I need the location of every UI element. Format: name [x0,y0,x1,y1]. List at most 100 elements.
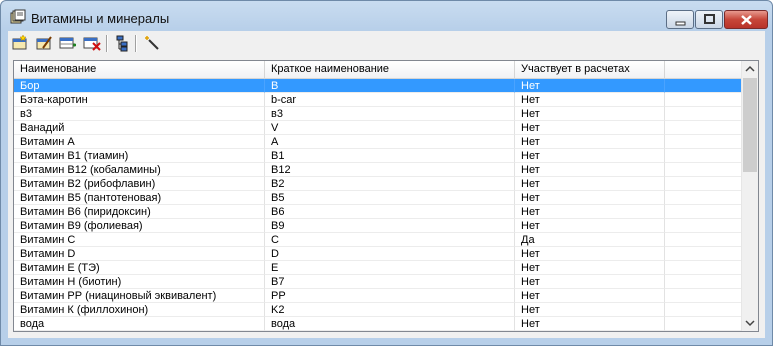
table-row[interactable]: Витамин Е (ТЭ) E Нет [14,261,744,275]
cell-name[interactable]: Витамин В5 (пантотеновая) [14,191,265,205]
toolbar [8,31,765,57]
cell-in-calculations[interactable]: Да [515,233,665,247]
cell-in-calculations[interactable]: Нет [515,177,665,191]
cell-name[interactable]: Витамин В12 (кобаламины) [14,163,265,177]
cell-name[interactable]: Витамин D [14,247,265,261]
column-header-short-name[interactable]: Краткое наименование [265,61,515,78]
cell-name[interactable]: Витамин В2 (рибофлавин) [14,177,265,191]
cell-name[interactable]: Бор [14,79,265,93]
cell-filler [665,289,744,303]
vertical-scrollbar[interactable] [741,61,758,331]
delete-row-icon[interactable] [83,34,101,52]
cell-short-name[interactable]: D [265,247,515,261]
cell-name[interactable]: Витамин А [14,135,265,149]
table-row[interactable]: Витамин К (филлохинон) K2 Нет [14,303,744,317]
table-row[interactable]: Витамин В6 (пиридоксин) B6 Нет [14,205,744,219]
table-row[interactable]: Витамин РР (ниациновый эквивалент) PP Нет [14,289,744,303]
cell-in-calculations[interactable]: Нет [515,289,665,303]
scrollbar-thumb[interactable] [743,78,757,172]
cell-short-name[interactable]: B9 [265,219,515,233]
cell-short-name[interactable]: B [265,79,515,93]
grid-rows: Бор B Нет Бэта-каротин b-car Нет в3 в3 Нет Ванади… [14,79,744,331]
cell-short-name[interactable]: E [265,261,515,275]
table-row[interactable]: вода вода Нет [14,317,744,331]
wand-icon[interactable] [143,34,161,52]
cell-in-calculations[interactable]: Нет [515,135,665,149]
cell-name[interactable]: Витамин Е (ТЭ) [14,261,265,275]
table-row[interactable]: Ванадий V Нет [14,121,744,135]
minimize-button[interactable] [666,10,694,29]
cell-in-calculations[interactable]: Нет [515,219,665,233]
cell-in-calculations[interactable]: Нет [515,121,665,135]
scroll-down-icon[interactable] [742,314,758,331]
data-grid[interactable]: Наименование Краткое наименование Участв… [13,60,759,332]
cell-in-calculations[interactable]: Нет [515,163,665,177]
maximize-button[interactable] [695,10,723,29]
cell-short-name[interactable]: V [265,121,515,135]
table-row[interactable]: Бор B Нет [14,79,744,93]
cell-short-name[interactable]: B12 [265,163,515,177]
table-row[interactable]: Витамин В5 (пантотеновая) B5 Нет [14,191,744,205]
toolbar-separator [135,35,137,52]
cell-in-calculations[interactable]: Нет [515,205,665,219]
cell-short-name[interactable]: PP [265,289,515,303]
cell-in-calculations[interactable]: Нет [515,317,665,331]
cell-short-name[interactable]: B5 [265,191,515,205]
cell-name[interactable]: Ванадий [14,121,265,135]
close-button[interactable] [724,10,768,29]
cell-in-calculations[interactable]: Нет [515,261,665,275]
cell-name[interactable]: Витамин РР (ниациновый эквивалент) [14,289,265,303]
close-icon [741,15,752,25]
cell-name[interactable]: Витамин В9 (фолиевая) [14,219,265,233]
tree-icon[interactable] [112,34,130,52]
edit-icon[interactable] [35,34,53,52]
cell-short-name[interactable]: B1 [265,149,515,163]
cell-in-calculations[interactable]: Нет [515,149,665,163]
scroll-up-icon[interactable] [742,61,758,78]
cell-short-name[interactable]: B7 [265,275,515,289]
cell-name[interactable]: Витамин Н (биотин) [14,275,265,289]
cell-name[interactable]: Витамин В1 (тиамин) [14,149,265,163]
table-row[interactable]: Витамин D D Нет [14,247,744,261]
cell-name[interactable]: Бэта-каротин [14,93,265,107]
grid-header: Наименование Краткое наименование Участв… [14,61,744,79]
cell-short-name[interactable]: в3 [265,107,515,121]
table-row[interactable]: Витамин А А Нет [14,135,744,149]
cell-in-calculations[interactable]: Нет [515,79,665,93]
table-row[interactable]: Витамин В12 (кобаламины) B12 Нет [14,163,744,177]
table-row[interactable]: в3 в3 Нет [14,107,744,121]
cell-short-name[interactable]: А [265,135,515,149]
cell-short-name[interactable]: B2 [265,177,515,191]
cell-filler [665,191,744,205]
cell-short-name[interactable]: C [265,233,515,247]
cell-filler [665,163,744,177]
cell-name[interactable]: вода [14,317,265,331]
table-row[interactable]: Витамин В9 (фолиевая) B9 Нет [14,219,744,233]
title-bar[interactable]: Витамины и минералы [1,1,772,31]
cell-filler [665,317,744,331]
table-row[interactable]: Витамин В1 (тиамин) B1 Нет [14,149,744,163]
cell-in-calculations[interactable]: Нет [515,93,665,107]
cell-short-name[interactable]: K2 [265,303,515,317]
cell-name[interactable]: в3 [14,107,265,121]
cell-in-calculations[interactable]: Нет [515,191,665,205]
table-row[interactable]: Витамин Н (биотин) B7 Нет [14,275,744,289]
cell-short-name[interactable]: вода [265,317,515,331]
column-header-in-calculations[interactable]: Участвует в расчетах [515,61,665,78]
new-icon[interactable] [11,34,29,52]
cell-in-calculations[interactable]: Нет [515,107,665,121]
cell-filler [665,177,744,191]
table-row[interactable]: Витамин С C Да [14,233,744,247]
column-header-name[interactable]: Наименование [14,61,265,78]
table-row[interactable]: Бэта-каротин b-car Нет [14,93,744,107]
cell-short-name[interactable]: b-car [265,93,515,107]
table-row[interactable]: Витамин В2 (рибофлавин) B2 Нет [14,177,744,191]
add-row-icon[interactable] [59,34,77,52]
cell-name[interactable]: Витамин К (филлохинон) [14,303,265,317]
cell-in-calculations[interactable]: Нет [515,303,665,317]
cell-short-name[interactable]: B6 [265,205,515,219]
cell-name[interactable]: Витамин В6 (пиридоксин) [14,205,265,219]
cell-in-calculations[interactable]: Нет [515,275,665,289]
cell-in-calculations[interactable]: Нет [515,247,665,261]
cell-name[interactable]: Витамин С [14,233,265,247]
